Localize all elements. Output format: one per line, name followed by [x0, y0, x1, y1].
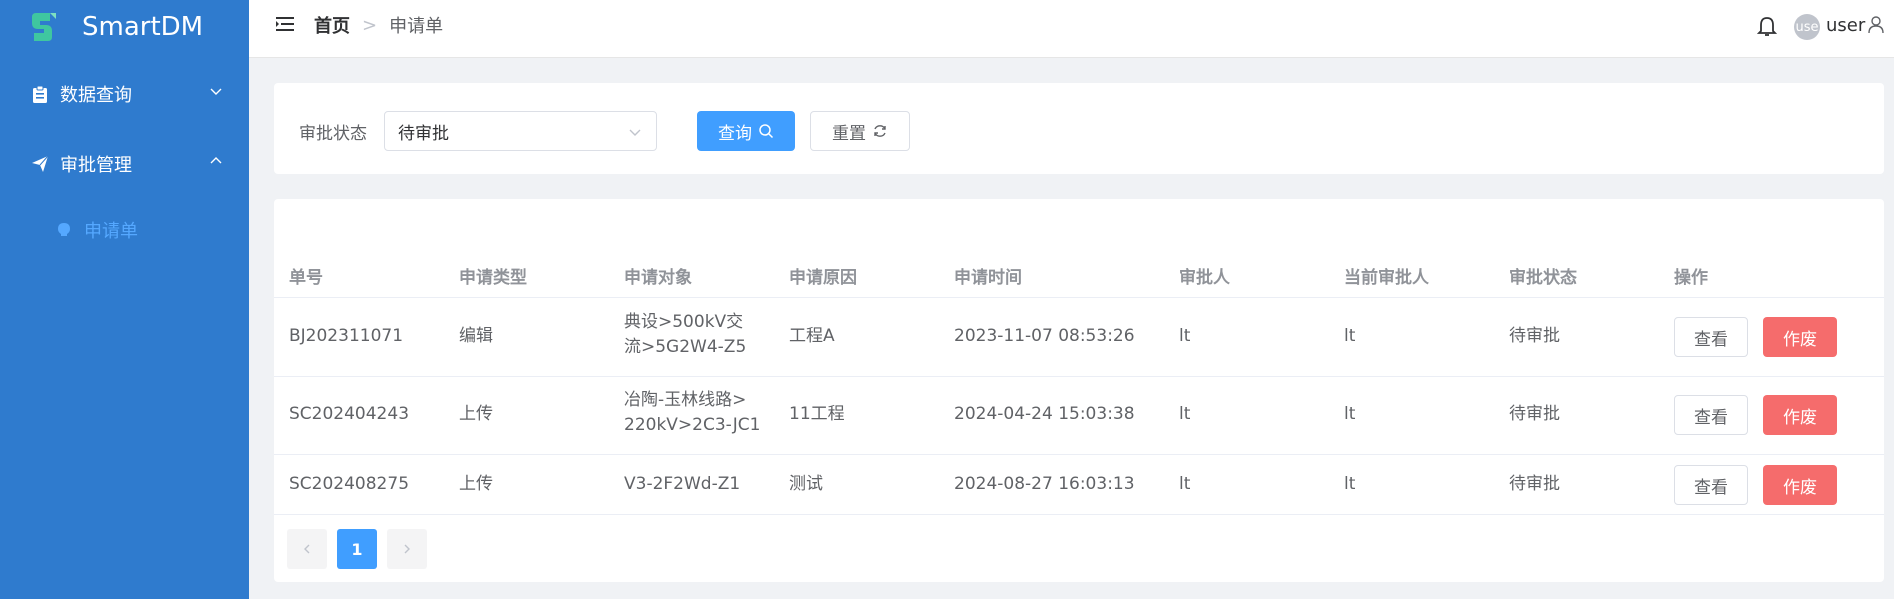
cell-id: SC202408275 [289, 474, 410, 494]
table-panel: 单号 申请类型 申请对象 申请原因 申请时间 审批人 当前审批人 审批状态 操作… [274, 199, 1884, 582]
cell-target: 典设>500kV交 流>5G2W4-Z5 [624, 310, 746, 360]
cell-target: 冶陶-玉林线路> 220kV>2C3-JC1 [624, 388, 760, 438]
column-header: 申请对象 [624, 268, 692, 288]
column-header: 操作 [1674, 268, 1708, 288]
cell-reason: 测试 [789, 474, 823, 494]
search-button-label: 查询 [718, 123, 752, 144]
cell-time: 2024-04-24 15:03:38 [954, 404, 1135, 424]
table-row: SC202408275 上传 V3-2F2Wd-Z1 测试 2024-08-27… [274, 455, 1884, 515]
chevron-down-icon [629, 129, 641, 136]
cell-target-line: 典设>500kV交 [624, 312, 744, 332]
cell-reason: 11工程 [789, 404, 845, 424]
filter-panel: 审批状态 待审批 查询 重置 [274, 83, 1884, 174]
app-name: SmartDM [82, 12, 204, 42]
search-button[interactable]: 查询 [697, 111, 795, 151]
avatar[interactable]: use [1794, 14, 1820, 40]
cell-id: BJ202311071 [289, 326, 404, 346]
user-name[interactable]: user [1826, 15, 1865, 36]
chevron-up-icon [210, 157, 222, 164]
void-button[interactable]: 作废 [1763, 465, 1837, 505]
cell-time: 2023-11-07 08:53:26 [954, 326, 1135, 346]
table-row: SC202404243 上传 冶陶-玉林线路> 220kV>2C3-JC1 11… [274, 377, 1884, 455]
smartdm-logo-icon [32, 13, 56, 41]
cell-type: 编辑 [459, 326, 493, 346]
cell-status: 待审批 [1509, 326, 1560, 346]
column-header: 申请原因 [789, 268, 857, 288]
prev-page-button[interactable] [287, 529, 327, 569]
view-button[interactable]: 查看 [1674, 465, 1748, 505]
cell-target: V3-2F2Wd-Z1 [624, 474, 741, 494]
cell-status: 待审批 [1509, 474, 1560, 494]
bulb-icon [58, 223, 70, 236]
refresh-icon [874, 125, 886, 137]
bell-icon[interactable] [1757, 16, 1777, 38]
column-header: 申请时间 [954, 268, 1022, 288]
status-select-value: 待审批 [398, 123, 449, 144]
view-button[interactable]: 查看 [1674, 395, 1748, 435]
cell-current-approver: lt [1344, 404, 1356, 424]
sidebar-item-approval-management[interactable]: 审批管理 [0, 141, 249, 187]
cell-id: SC202404243 [289, 404, 410, 424]
sidebar-subitem-label: 申请单 [84, 221, 138, 242]
clipboard-icon [30, 84, 50, 104]
cell-type: 上传 [459, 474, 493, 494]
cell-type: 上传 [459, 404, 493, 424]
cell-approver: lt [1179, 326, 1191, 346]
next-page-button[interactable] [387, 529, 427, 569]
status-select[interactable]: 待审批 [384, 111, 657, 151]
breadcrumb-home[interactable]: 首页 [314, 12, 350, 38]
status-filter-label: 审批状态 [299, 124, 367, 144]
column-header: 审批人 [1179, 268, 1230, 288]
top-header: 首页 > 申请单 use user [249, 0, 1894, 58]
column-header: 审批状态 [1509, 268, 1577, 288]
column-header: 当前审批人 [1344, 268, 1429, 288]
cell-current-approver: lt [1344, 474, 1356, 494]
reset-button[interactable]: 重置 [810, 111, 910, 151]
cell-reason: 工程A [789, 326, 835, 346]
search-icon [759, 124, 774, 139]
cell-target-line: 冶陶-玉林线路> [624, 390, 747, 410]
breadcrumb-separator-icon: > [362, 14, 378, 36]
cell-approver: lt [1179, 404, 1191, 424]
sidebar-item-label: 数据查询 [60, 85, 132, 106]
reset-button-label: 重置 [832, 123, 866, 144]
page-number-button[interactable]: 1 [337, 529, 377, 569]
menu-collapse-icon[interactable] [275, 14, 295, 34]
app-logo[interactable]: SmartDM [28, 9, 203, 45]
chevron-right-icon [404, 544, 410, 554]
cell-time: 2024-08-27 16:03:13 [954, 474, 1135, 494]
cell-approver: lt [1179, 474, 1191, 494]
breadcrumb: 首页 > 申请单 [314, 12, 443, 38]
void-button[interactable]: 作废 [1763, 317, 1837, 357]
view-button[interactable]: 查看 [1674, 317, 1748, 357]
table-row: BJ202311071 编辑 典设>500kV交 流>5G2W4-Z5 工程A … [274, 299, 1884, 377]
cell-target-line: 流>5G2W4-Z5 [624, 337, 747, 357]
void-button[interactable]: 作废 [1763, 395, 1837, 435]
cell-current-approver: lt [1344, 326, 1356, 346]
breadcrumb-current: 申请单 [389, 16, 444, 37]
sidebar-item-label: 审批管理 [60, 155, 132, 176]
sidebar: SmartDM 数据查询 审批管理 申请单 [0, 0, 249, 599]
chevron-left-icon [304, 544, 310, 554]
cell-target-line: 220kV>2C3-JC1 [624, 415, 761, 435]
column-header: 单号 [289, 268, 323, 288]
table-header: 单号 申请类型 申请对象 申请原因 申请时间 审批人 当前审批人 审批状态 操作 [274, 247, 1884, 298]
cell-status: 待审批 [1509, 404, 1560, 424]
sidebar-item-data-query[interactable]: 数据查询 [0, 71, 249, 117]
chevron-down-icon [210, 88, 222, 95]
paper-plane-icon [30, 154, 50, 174]
user-icon[interactable] [1868, 16, 1884, 34]
sidebar-subitem-application-form[interactable]: 申请单 [0, 207, 249, 253]
column-header: 申请类型 [459, 268, 527, 288]
